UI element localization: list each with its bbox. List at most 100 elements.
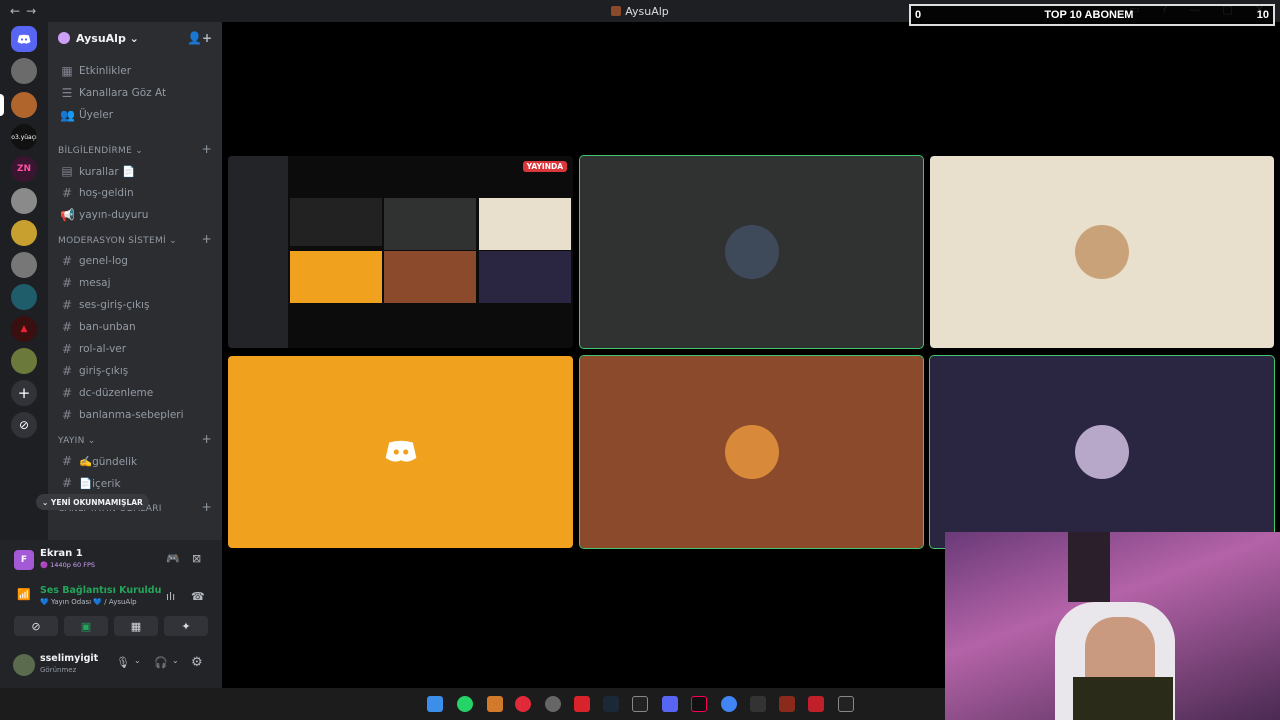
server-boost-icon [58,32,70,44]
activities-button[interactable]: ▦ [114,616,158,636]
calendar-icon: ▦ [61,64,73,78]
channel-item[interactable]: # ban-unban [48,316,222,338]
discord-icon[interactable] [662,696,678,712]
stream-preview[interactable]: F Ekran 1 🟣 1440p 60 FPS 🎮 ⊠ [14,548,210,572]
sidebar-item-members[interactable]: 👥 Üyeler [48,104,222,126]
video-tile[interactable] [929,355,1275,549]
app-icon[interactable] [750,696,766,712]
server-header[interactable]: AysuAlp ⌄ 👤+ [48,22,222,54]
wall-poster [1068,532,1110,602]
stream-thumbnail-tile [479,251,571,303]
screen-share-button[interactable]: ▣ [64,616,108,636]
stream-thumbnail-tile [479,198,571,250]
app-icon[interactable] [779,696,795,712]
streamer-shirt [1073,677,1173,720]
channel-item[interactable]: # rol-al-ver [48,338,222,360]
channel-item[interactable]: # giriş-çıkış [48,360,222,382]
camera-button[interactable]: ⊘ [14,616,58,636]
app-icon[interactable] [574,696,590,712]
chrome-icon[interactable] [721,696,737,712]
disconnect-icon[interactable]: ☎ [191,590,205,603]
invite-icon[interactable]: 👤+ [187,31,212,45]
channel-item[interactable]: # ✍️gündelik [48,450,222,472]
forward-arrow-icon[interactable]: → [26,4,36,18]
add-channel-icon[interactable]: + [202,232,212,246]
avatar[interactable] [13,654,35,676]
gamepad-icon[interactable]: 🎮 [166,552,180,565]
channel-item[interactable]: # mesaj [48,272,222,294]
add-server-icon[interactable]: + [11,380,37,406]
server-icon[interactable] [11,220,37,246]
sidebar-item-events[interactable]: ▦ Etkinlikler [48,60,222,82]
server-icon[interactable]: ZN [11,156,37,182]
headphones-icon[interactable]: 🎧 [154,656,168,669]
back-arrow-icon[interactable]: ← [10,4,20,18]
add-channel-icon[interactable]: + [202,500,212,514]
settings-gear-icon[interactable]: ⚙ [191,655,203,670]
tiktok-icon[interactable] [691,696,707,712]
epic-games-icon[interactable] [632,696,648,712]
microphone-icon[interactable]: 🎙 [116,656,130,669]
server-icon[interactable]: o3.yüaçı [11,124,37,150]
server-icon[interactable]: ▲ [11,316,37,342]
add-channel-icon[interactable]: + [202,432,212,446]
channel-item[interactable]: # banlanma-sebepleri [48,404,222,426]
noise-suppression-icon[interactable]: ılı [166,590,175,603]
stream-overlay-counter: 0 TOP 10 ABONEM 10 [909,4,1275,26]
opera-icon[interactable] [515,696,531,712]
avatar [724,425,779,479]
add-channel-icon[interactable]: + [202,142,212,156]
discord-home-icon[interactable] [11,26,37,52]
chevron-down-icon[interactable]: ⌄ [134,656,141,665]
sidebar-item-browse-channels[interactable]: ☰ Kanallara Göz At [48,82,222,104]
channel-item[interactable]: # genel-log [48,250,222,272]
voice-status[interactable]: Ses Bağlantısı Kuruldu [40,585,161,596]
soundboard-button[interactable]: ✦ [164,616,208,636]
stream-thumbnail-sidebar [228,156,288,348]
connection-icon[interactable]: 📶 [17,588,31,601]
chevron-down-icon[interactable]: ⌄ [172,656,179,665]
file-explorer-icon[interactable] [487,696,503,712]
server-icon[interactable] [11,92,37,118]
channel-item[interactable]: # dc-düzenleme [48,382,222,404]
category-header[interactable]: YAYIN ⌄ + [48,426,222,450]
server-icon[interactable] [11,252,37,278]
stream-quality: 🟣 1440p 60 FPS [40,561,96,569]
video-tile[interactable] [579,355,924,549]
channel-item[interactable]: # hoş-geldin [48,182,222,204]
steam-icon[interactable] [603,696,619,712]
selected-server-pill [0,94,4,116]
video-tile[interactable] [579,155,924,349]
channel-item[interactable]: 📢 yayın-duyuru [48,204,222,226]
app-icon[interactable] [808,696,824,712]
hash-icon: # [61,186,73,200]
windows-start-icon[interactable] [427,696,443,712]
channel-item[interactable]: ▤ kurallar 📄 [48,160,222,182]
channel-item[interactable]: # 📄içerik [48,472,222,494]
webcam-overlay [945,532,1280,720]
new-unreads-button[interactable]: ⌄ YENİ OKUNMAMIŞLAR [36,494,149,510]
stop-stream-icon[interactable]: ⊠ [192,552,201,565]
live-badge: YAYINDA [522,161,567,172]
video-tile[interactable] [930,156,1274,348]
discord-logo-icon [385,440,416,462]
discover-icon[interactable]: ⊘ [11,412,37,438]
channel-item[interactable]: # ses-giriş-çıkış [48,294,222,316]
terminal-icon[interactable] [838,696,854,712]
counter-label: TOP 10 ABONEM [1044,9,1134,21]
category-header[interactable]: MODERASYON SİSTEMİ ⌄ + [48,226,222,250]
video-tile[interactable] [228,356,573,548]
server-icon[interactable] [11,348,37,374]
whatsapp-icon[interactable] [457,696,473,712]
screen-share-tile[interactable]: YAYINDA [228,156,573,348]
server-icon[interactable] [11,284,37,310]
hash-icon: # [61,276,73,290]
server-icon[interactable] [11,58,37,84]
username: sselimyigit [40,653,99,664]
hash-icon: # [61,342,73,356]
stream-thumbnail-tile [290,251,382,303]
app-icon[interactable] [545,696,561,712]
category-header[interactable]: BİLGİLENDİRME ⌄ + [48,136,222,160]
hash-icon: # [61,476,73,490]
server-icon[interactable] [11,188,37,214]
